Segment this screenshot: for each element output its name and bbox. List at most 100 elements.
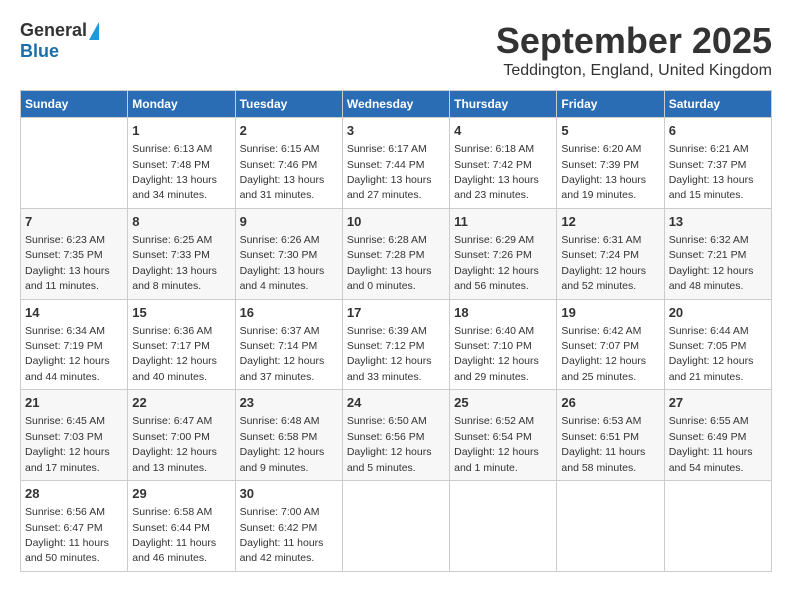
calendar-cell: 22Sunrise: 6:47 AMSunset: 7:00 PMDayligh… xyxy=(128,390,235,481)
calendar-cell xyxy=(664,481,771,572)
cell-content-line: Daylight: 11 hours xyxy=(25,537,109,549)
calendar-cell: 6Sunrise: 6:21 AMSunset: 7:37 PMDaylight… xyxy=(664,118,771,209)
day-number: 9 xyxy=(240,213,338,231)
cell-content-line: Daylight: 12 hours xyxy=(454,355,539,367)
cell-content-line: and 40 minutes. xyxy=(132,371,207,383)
day-number: 21 xyxy=(25,394,123,412)
cell-content-line: Daylight: 13 hours xyxy=(561,174,646,186)
calendar-cell xyxy=(557,481,664,572)
cell-content-line: Sunset: 7:17 PM xyxy=(132,340,210,352)
calendar-cell: 24Sunrise: 6:50 AMSunset: 6:56 PMDayligh… xyxy=(342,390,449,481)
cell-content-line: Sunset: 7:12 PM xyxy=(347,340,425,352)
calendar-cell xyxy=(450,481,557,572)
calendar-cell: 29Sunrise: 6:58 AMSunset: 6:44 PMDayligh… xyxy=(128,481,235,572)
cell-content-line: and 0 minutes. xyxy=(347,280,416,292)
day-number: 23 xyxy=(240,394,338,412)
cell-content-line: Sunrise: 6:17 AM xyxy=(347,143,427,155)
cell-content-line: Daylight: 13 hours xyxy=(132,265,217,277)
calendar-cell: 27Sunrise: 6:55 AMSunset: 6:49 PMDayligh… xyxy=(664,390,771,481)
cell-content-line: and 15 minutes. xyxy=(669,189,744,201)
cell-content-line: Daylight: 12 hours xyxy=(132,355,217,367)
cell-content-line: Daylight: 12 hours xyxy=(561,265,646,277)
day-number: 2 xyxy=(240,122,338,140)
logo-triangle-icon xyxy=(89,22,99,40)
day-number: 14 xyxy=(25,304,123,322)
day-number: 25 xyxy=(454,394,552,412)
calendar-cell: 13Sunrise: 6:32 AMSunset: 7:21 PMDayligh… xyxy=(664,208,771,299)
cell-content-line: and 50 minutes. xyxy=(25,552,100,564)
cell-content-line: Daylight: 12 hours xyxy=(25,355,110,367)
calendar-week-row: 28Sunrise: 6:56 AMSunset: 6:47 PMDayligh… xyxy=(21,481,772,572)
cell-content-line: Sunset: 7:44 PM xyxy=(347,159,425,171)
cell-content-line: and 4 minutes. xyxy=(240,280,309,292)
cell-content-line: Sunset: 7:46 PM xyxy=(240,159,318,171)
cell-content-line: and 19 minutes. xyxy=(561,189,636,201)
calendar-cell: 21Sunrise: 6:45 AMSunset: 7:03 PMDayligh… xyxy=(21,390,128,481)
cell-content-line: Sunrise: 6:39 AM xyxy=(347,325,427,337)
cell-content-line: Sunrise: 6:21 AM xyxy=(669,143,749,155)
day-number: 10 xyxy=(347,213,445,231)
day-number: 16 xyxy=(240,304,338,322)
cell-content-line: Daylight: 12 hours xyxy=(454,265,539,277)
day-number: 29 xyxy=(132,485,230,503)
calendar-cell: 14Sunrise: 6:34 AMSunset: 7:19 PMDayligh… xyxy=(21,299,128,390)
cell-content-line: Sunset: 7:14 PM xyxy=(240,340,318,352)
cell-content-line: and 46 minutes. xyxy=(132,552,207,564)
calendar-table: SundayMondayTuesdayWednesdayThursdayFrid… xyxy=(20,90,772,572)
col-header-thursday: Thursday xyxy=(450,91,557,118)
cell-content-line: and 13 minutes. xyxy=(132,462,207,474)
day-number: 24 xyxy=(347,394,445,412)
cell-content-line: and 31 minutes. xyxy=(240,189,315,201)
cell-content-line: Sunrise: 6:18 AM xyxy=(454,143,534,155)
cell-content-line: Sunset: 7:10 PM xyxy=(454,340,532,352)
cell-content-line: Sunrise: 6:15 AM xyxy=(240,143,320,155)
day-number: 5 xyxy=(561,122,659,140)
calendar-cell: 16Sunrise: 6:37 AMSunset: 7:14 PMDayligh… xyxy=(235,299,342,390)
cell-content-line: Sunrise: 6:34 AM xyxy=(25,325,105,337)
cell-content-line: Sunset: 6:47 PM xyxy=(25,522,103,534)
cell-content-line: Sunset: 7:42 PM xyxy=(454,159,532,171)
calendar-cell: 30Sunrise: 7:00 AMSunset: 6:42 PMDayligh… xyxy=(235,481,342,572)
cell-content-line: Daylight: 12 hours xyxy=(25,446,110,458)
calendar-cell: 25Sunrise: 6:52 AMSunset: 6:54 PMDayligh… xyxy=(450,390,557,481)
cell-content-line: Sunset: 6:44 PM xyxy=(132,522,210,534)
cell-content-line: Daylight: 12 hours xyxy=(669,265,754,277)
day-number: 3 xyxy=(347,122,445,140)
cell-content-line: Sunrise: 6:56 AM xyxy=(25,506,105,518)
cell-content-line: Sunrise: 6:42 AM xyxy=(561,325,641,337)
calendar-cell: 8Sunrise: 6:25 AMSunset: 7:33 PMDaylight… xyxy=(128,208,235,299)
cell-content-line: Sunrise: 6:53 AM xyxy=(561,415,641,427)
calendar-cell: 7Sunrise: 6:23 AMSunset: 7:35 PMDaylight… xyxy=(21,208,128,299)
location-text: Teddington, England, United Kingdom xyxy=(496,62,772,80)
cell-content-line: Sunrise: 6:37 AM xyxy=(240,325,320,337)
cell-content-line: Daylight: 13 hours xyxy=(25,265,110,277)
cell-content-line: Sunset: 7:33 PM xyxy=(132,249,210,261)
calendar-cell: 28Sunrise: 6:56 AMSunset: 6:47 PMDayligh… xyxy=(21,481,128,572)
cell-content-line: Daylight: 13 hours xyxy=(132,174,217,186)
cell-content-line: Sunrise: 7:00 AM xyxy=(240,506,320,518)
cell-content-line: Sunset: 7:05 PM xyxy=(669,340,747,352)
col-header-friday: Friday xyxy=(557,91,664,118)
cell-content-line: Daylight: 13 hours xyxy=(669,174,754,186)
cell-content-line: and 25 minutes. xyxy=(561,371,636,383)
calendar-cell: 17Sunrise: 6:39 AMSunset: 7:12 PMDayligh… xyxy=(342,299,449,390)
cell-content-line: Sunrise: 6:28 AM xyxy=(347,234,427,246)
col-header-monday: Monday xyxy=(128,91,235,118)
cell-content-line: Sunrise: 6:36 AM xyxy=(132,325,212,337)
cell-content-line: and 23 minutes. xyxy=(454,189,529,201)
cell-content-line: Daylight: 12 hours xyxy=(347,355,432,367)
calendar-cell: 11Sunrise: 6:29 AMSunset: 7:26 PMDayligh… xyxy=(450,208,557,299)
calendar-cell: 9Sunrise: 6:26 AMSunset: 7:30 PMDaylight… xyxy=(235,208,342,299)
calendar-cell: 3Sunrise: 6:17 AMSunset: 7:44 PMDaylight… xyxy=(342,118,449,209)
day-number: 11 xyxy=(454,213,552,231)
calendar-cell: 1Sunrise: 6:13 AMSunset: 7:48 PMDaylight… xyxy=(128,118,235,209)
cell-content-line: Daylight: 12 hours xyxy=(561,355,646,367)
cell-content-line: and 9 minutes. xyxy=(240,462,309,474)
cell-content-line: Sunrise: 6:52 AM xyxy=(454,415,534,427)
cell-content-line: and 54 minutes. xyxy=(669,462,744,474)
cell-content-line: Sunrise: 6:26 AM xyxy=(240,234,320,246)
cell-content-line: Sunrise: 6:29 AM xyxy=(454,234,534,246)
logo-blue-text: Blue xyxy=(20,41,59,62)
cell-content-line: Daylight: 12 hours xyxy=(454,446,539,458)
cell-content-line: Sunset: 6:51 PM xyxy=(561,431,639,443)
